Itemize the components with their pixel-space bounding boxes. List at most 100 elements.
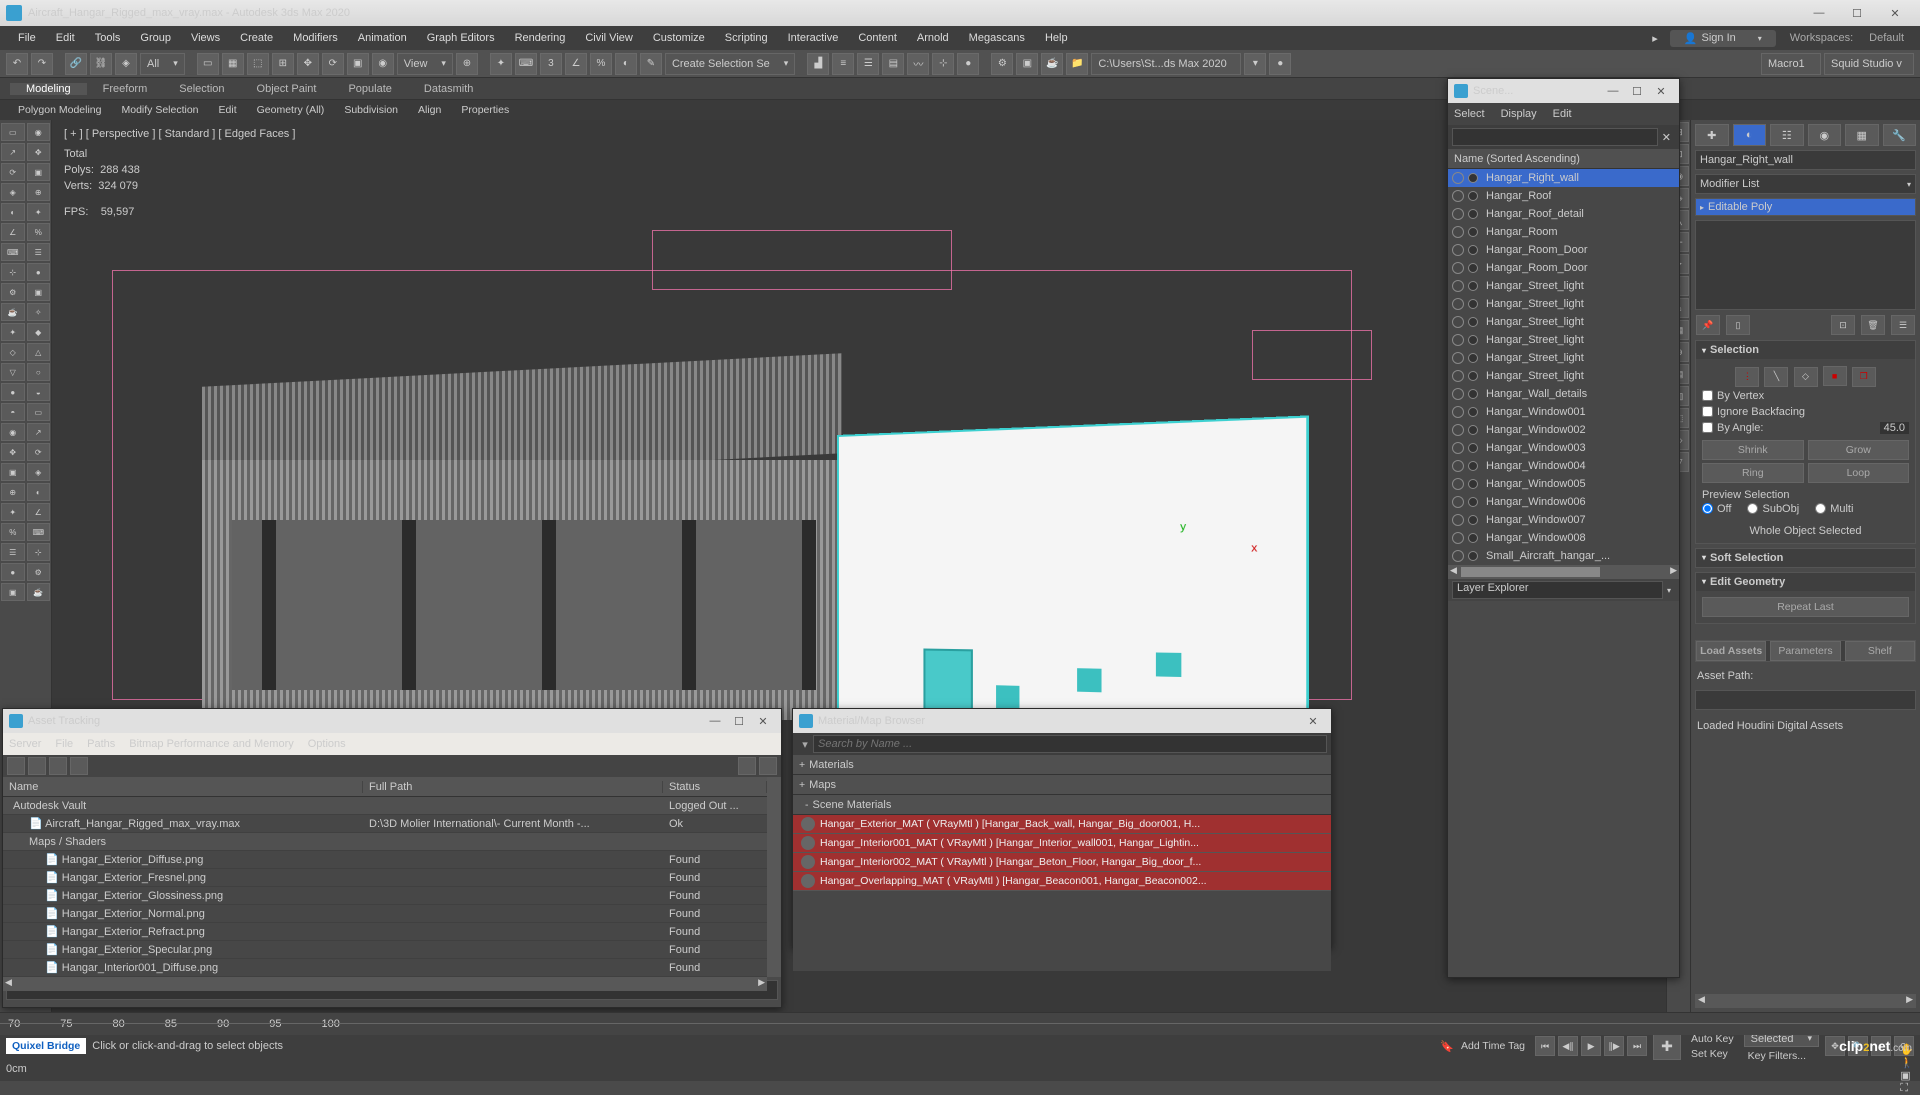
se-item[interactable]: Hangar_Room_Door	[1448, 241, 1679, 259]
menu-views[interactable]: Views	[181, 32, 230, 44]
close-button[interactable]: ✕	[1876, 2, 1914, 24]
se-footer-arrow[interactable]: ▾	[1663, 586, 1675, 595]
grow-button[interactable]: Grow	[1808, 440, 1910, 460]
pin-stack-button[interactable]: 📌	[1696, 315, 1720, 335]
asset-menu-bitmap-performance-and-memory[interactable]: Bitmap Performance and Memory	[129, 738, 293, 750]
se-search-close[interactable]: ✕	[1658, 131, 1675, 144]
left-tool-14[interactable]: ⊹	[1, 263, 25, 281]
freeze-icon[interactable]	[1468, 227, 1478, 237]
left-tool-29[interactable]: ▭	[27, 403, 51, 421]
rec-button[interactable]: ●	[1269, 53, 1291, 75]
se-maximize[interactable]: ☐	[1625, 85, 1649, 98]
left-tool-44[interactable]: ●	[1, 563, 25, 581]
nav-max-button[interactable]: ⛶	[1900, 1082, 1914, 1095]
at-tool2[interactable]	[28, 757, 46, 775]
modifier-stack-item[interactable]: ▸Editable Poly	[1695, 198, 1916, 216]
left-tool-24[interactable]: ▽	[1, 363, 25, 381]
key-filters-button[interactable]: Key Filters...	[1744, 1050, 1810, 1062]
freeze-icon[interactable]	[1468, 461, 1478, 471]
modify-tab[interactable]: ◐	[1733, 124, 1767, 146]
menu-file[interactable]: File	[8, 32, 46, 44]
menu-animation[interactable]: Animation	[348, 32, 417, 44]
left-tool-46[interactable]: ▣	[1, 583, 25, 601]
at-tool5[interactable]	[738, 757, 756, 775]
shrink-button[interactable]: Shrink	[1702, 440, 1804, 460]
visibility-icon[interactable]	[1452, 334, 1464, 346]
goto-start-button[interactable]: ⏮	[1535, 1036, 1555, 1056]
vertex-sub-button[interactable]: ⋮	[1735, 367, 1759, 387]
move-button[interactable]: ✥	[297, 53, 319, 75]
visibility-icon[interactable]	[1452, 226, 1464, 238]
frame-input[interactable]: 0cm	[6, 1063, 27, 1075]
object-name-input[interactable]	[1695, 150, 1916, 170]
help-arrow-icon[interactable]: ▸	[1646, 32, 1664, 45]
ribbon-panel-modify-selection[interactable]: Modify Selection	[113, 104, 206, 116]
se-column-header[interactable]: Name (Sorted Ascending)	[1448, 149, 1679, 169]
repeat-last-button[interactable]: Repeat Last	[1702, 597, 1909, 617]
se-item[interactable]: Hangar_Street_light	[1448, 367, 1679, 385]
se-item[interactable]: Hangar_Window004	[1448, 457, 1679, 475]
maximize-button[interactable]: ☐	[1838, 2, 1876, 24]
show-end-button[interactable]: ▯	[1726, 315, 1750, 335]
material-item[interactable]: Hangar_Overlapping_MAT ( VRayMtl ) [Hang…	[793, 872, 1331, 891]
left-tool-11[interactable]: %	[27, 223, 51, 241]
ribbon-tab-freeform[interactable]: Freeform	[87, 83, 164, 95]
menu-content[interactable]: Content	[848, 32, 907, 44]
render-setup-button[interactable]: ⚙	[991, 53, 1013, 75]
visibility-icon[interactable]	[1452, 424, 1464, 436]
unlink-button[interactable]: ⛓	[90, 53, 112, 75]
mb-titlebar[interactable]: Material/Map Browser ✕	[793, 709, 1331, 733]
se-hscroll[interactable]: ◀▶	[1448, 565, 1679, 579]
visibility-icon[interactable]	[1452, 316, 1464, 328]
at-tool4[interactable]	[70, 757, 88, 775]
freeze-icon[interactable]	[1468, 317, 1478, 327]
se-search-input[interactable]	[1452, 128, 1658, 146]
freeze-icon[interactable]	[1468, 407, 1478, 417]
asset-maximize[interactable]: ☐	[727, 715, 751, 728]
ribbon-tab-object paint[interactable]: Object Paint	[241, 83, 333, 95]
menu-modifiers[interactable]: Modifiers	[283, 32, 348, 44]
modifier-stack-area[interactable]	[1695, 220, 1916, 310]
shelf-tab[interactable]: Shelf	[1845, 641, 1915, 661]
se-menu-display[interactable]: Display	[1501, 108, 1537, 120]
soft-selection-rollout[interactable]: Soft Selection	[1695, 548, 1916, 568]
loop-button[interactable]: Loop	[1808, 463, 1910, 483]
left-tool-42[interactable]: ☰	[1, 543, 25, 561]
freeze-icon[interactable]	[1468, 479, 1478, 489]
element-sub-button[interactable]: ❒	[1852, 367, 1876, 387]
visibility-icon[interactable]	[1452, 298, 1464, 310]
freeze-icon[interactable]	[1468, 425, 1478, 435]
se-menu-edit[interactable]: Edit	[1553, 108, 1572, 120]
manipulate-button[interactable]: ✦	[490, 53, 512, 75]
se-close[interactable]: ✕	[1649, 85, 1673, 98]
se-item[interactable]: Hangar_Window002	[1448, 421, 1679, 439]
freeze-icon[interactable]	[1468, 353, 1478, 363]
ribbon-tab-modeling[interactable]: Modeling	[10, 83, 87, 95]
undo-button[interactable]: ↶	[6, 53, 28, 75]
menu-rendering[interactable]: Rendering	[505, 32, 576, 44]
se-item[interactable]: Hangar_Roof_detail	[1448, 205, 1679, 223]
visibility-icon[interactable]	[1452, 442, 1464, 454]
scale-button[interactable]: ▣	[347, 53, 369, 75]
asset-close[interactable]: ✕	[751, 715, 775, 728]
visibility-icon[interactable]	[1452, 190, 1464, 202]
configure-button[interactable]: ☰	[1891, 315, 1915, 335]
mb-search-input[interactable]	[813, 735, 1327, 753]
pivot-button[interactable]: ⊕	[456, 53, 478, 75]
se-menu-select[interactable]: Select	[1454, 108, 1485, 120]
asset-row[interactable]: 📄 Hangar_Exterior_Refract.pngFound	[3, 923, 767, 941]
nav-walk-button[interactable]: 🚶	[1900, 1056, 1914, 1069]
at-col-name[interactable]: Name	[3, 781, 363, 793]
left-tool-6[interactable]: ◈	[1, 183, 25, 201]
freeze-icon[interactable]	[1468, 335, 1478, 345]
freeze-icon[interactable]	[1468, 209, 1478, 219]
scroll-left[interactable]: ◀	[1695, 994, 1708, 1008]
left-tool-31[interactable]: ↗	[27, 423, 51, 441]
visibility-icon[interactable]	[1452, 244, 1464, 256]
left-tool-8[interactable]: ◐	[1, 203, 25, 221]
scene-explorer-titlebar[interactable]: Scene... — ☐ ✕	[1448, 79, 1679, 103]
se-footer-dropdown[interactable]: Layer Explorer	[1452, 581, 1663, 599]
menu-civil-view[interactable]: Civil View	[575, 32, 642, 44]
ring-button[interactable]: Ring	[1702, 463, 1804, 483]
asset-menu-file[interactable]: File	[55, 738, 73, 750]
